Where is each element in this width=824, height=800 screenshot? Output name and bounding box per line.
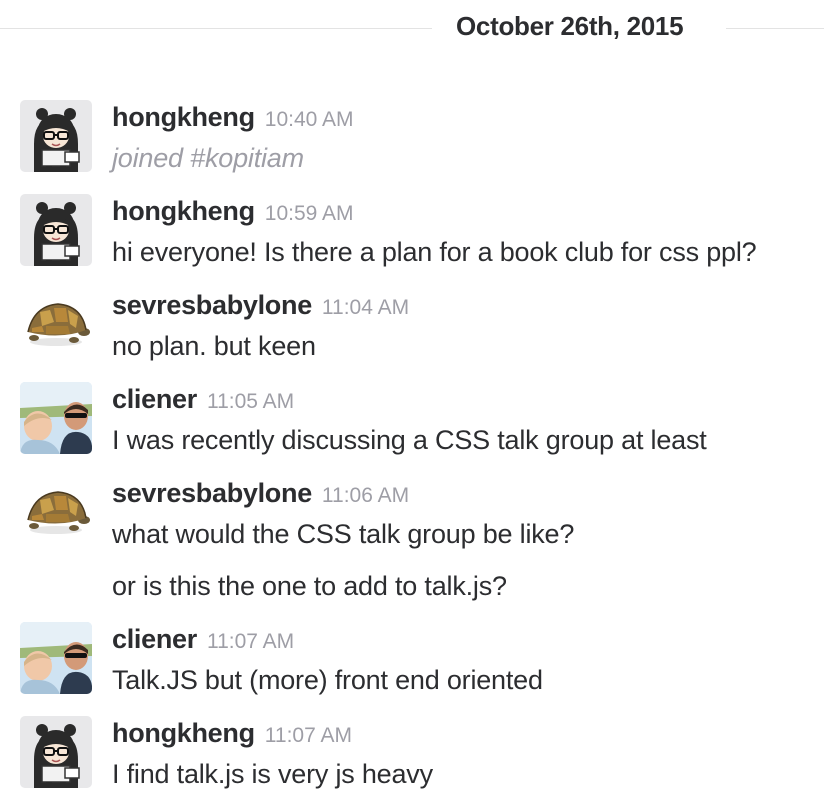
girl-with-glasses-avatar[interactable] (20, 716, 92, 788)
message-text: hi everyone! Is there a plan for a book … (112, 237, 757, 267)
message-header: hongkheng 10:40 AM (112, 100, 354, 139)
timestamp[interactable]: 11:07 AM (207, 630, 294, 653)
girl-with-glasses-avatar[interactable] (20, 194, 92, 266)
timestamp[interactable]: 11:06 AM (322, 484, 409, 507)
username[interactable]: cliener (112, 624, 197, 654)
message-header: cliener 11:05 AM (112, 382, 294, 421)
message-text: I was recently discussing a CSS talk gro… (112, 425, 707, 455)
turtle-avatar[interactable] (20, 288, 92, 360)
man-with-child-photo-avatar[interactable] (20, 622, 92, 694)
username[interactable]: sevresbabylone (112, 290, 312, 320)
girl-with-glasses-avatar[interactable] (20, 100, 92, 172)
divider-line-right (726, 28, 824, 29)
timestamp[interactable]: 11:04 AM (322, 296, 409, 319)
username[interactable]: hongkheng (112, 102, 255, 132)
date-divider-label: October 26th, 2015 (456, 11, 684, 41)
divider-line-left (0, 28, 432, 29)
timestamp[interactable]: 10:59 AM (265, 202, 354, 225)
message-header: hongkheng 11:07 AM (112, 716, 352, 755)
message-text: no plan. but keen (112, 331, 316, 361)
timestamp[interactable]: 11:07 AM (265, 724, 352, 747)
message-header: sevresbabylone 11:04 AM (112, 288, 409, 327)
username[interactable]: sevresbabylone (112, 478, 312, 508)
username[interactable]: cliener (112, 384, 197, 414)
message-text: I find talk.js is very js heavy (112, 759, 433, 789)
username[interactable]: hongkheng (112, 718, 255, 748)
message-text: what would the CSS talk group be like? (112, 519, 575, 549)
message-text: Talk.JS but (more) front end oriented (112, 665, 543, 695)
username[interactable]: hongkheng (112, 196, 255, 226)
message-header: cliener 11:07 AM (112, 622, 294, 661)
message-header: hongkheng 10:59 AM (112, 194, 354, 233)
date-divider: October 26th, 2015 (0, 0, 824, 56)
message-header: sevresbabylone 11:06 AM (112, 476, 409, 515)
turtle-avatar[interactable] (20, 476, 92, 548)
message-text: or is this the one to add to talk.js? (112, 571, 507, 601)
man-with-child-photo-avatar[interactable] (20, 382, 92, 454)
system-message-text: joined #kopitiam (112, 143, 304, 173)
timestamp[interactable]: 10:40 AM (265, 108, 354, 131)
timestamp[interactable]: 11:05 AM (207, 390, 294, 413)
